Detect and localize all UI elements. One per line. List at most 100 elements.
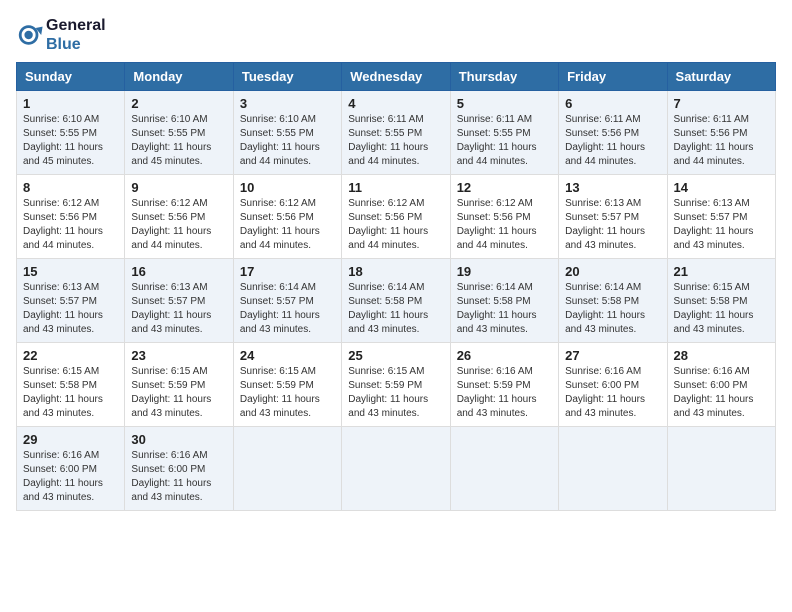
day-number: 4: [348, 96, 443, 111]
day-header-thursday: Thursday: [450, 63, 558, 91]
calendar-header-row: SundayMondayTuesdayWednesdayThursdayFrid…: [17, 63, 776, 91]
day-number: 2: [131, 96, 226, 111]
day-info: Sunrise: 6:15 AM Sunset: 5:58 PM Dayligh…: [23, 365, 118, 421]
day-number: 13: [565, 180, 660, 195]
day-info: Sunrise: 6:12 AM Sunset: 5:56 PM Dayligh…: [240, 197, 335, 253]
calendar-day-cell: 8 Sunrise: 6:12 AM Sunset: 5:56 PM Dayli…: [17, 175, 125, 259]
calendar-day-cell: 21 Sunrise: 6:15 AM Sunset: 5:58 PM Dayl…: [667, 259, 775, 343]
day-number: 6: [565, 96, 660, 111]
calendar-day-cell: 14 Sunrise: 6:13 AM Sunset: 5:57 PM Dayl…: [667, 175, 775, 259]
day-info: Sunrise: 6:15 AM Sunset: 5:59 PM Dayligh…: [131, 365, 226, 421]
day-header-saturday: Saturday: [667, 63, 775, 91]
day-number: 24: [240, 348, 335, 363]
calendar-day-cell: 29 Sunrise: 6:16 AM Sunset: 6:00 PM Dayl…: [17, 427, 125, 511]
day-info: Sunrise: 6:11 AM Sunset: 5:55 PM Dayligh…: [348, 113, 443, 169]
calendar-day-cell: 25 Sunrise: 6:15 AM Sunset: 5:59 PM Dayl…: [342, 343, 450, 427]
day-number: 12: [457, 180, 552, 195]
day-number: 16: [131, 264, 226, 279]
day-number: 15: [23, 264, 118, 279]
page-header: General Blue: [16, 16, 776, 54]
calendar-day-cell: 19 Sunrise: 6:14 AM Sunset: 5:58 PM Dayl…: [450, 259, 558, 343]
calendar-week-row: 15 Sunrise: 6:13 AM Sunset: 5:57 PM Dayl…: [17, 259, 776, 343]
day-info: Sunrise: 6:11 AM Sunset: 5:55 PM Dayligh…: [457, 113, 552, 169]
empty-cell: [667, 427, 775, 511]
day-number: 8: [23, 180, 118, 195]
day-info: Sunrise: 6:14 AM Sunset: 5:58 PM Dayligh…: [348, 281, 443, 337]
day-info: Sunrise: 6:11 AM Sunset: 5:56 PM Dayligh…: [674, 113, 769, 169]
empty-cell: [450, 427, 558, 511]
day-info: Sunrise: 6:14 AM Sunset: 5:57 PM Dayligh…: [240, 281, 335, 337]
day-number: 1: [23, 96, 118, 111]
calendar-day-cell: 18 Sunrise: 6:14 AM Sunset: 5:58 PM Dayl…: [342, 259, 450, 343]
calendar-day-cell: 20 Sunrise: 6:14 AM Sunset: 5:58 PM Dayl…: [559, 259, 667, 343]
day-info: Sunrise: 6:15 AM Sunset: 5:59 PM Dayligh…: [240, 365, 335, 421]
day-number: 28: [674, 348, 769, 363]
day-info: Sunrise: 6:16 AM Sunset: 6:00 PM Dayligh…: [23, 449, 118, 505]
day-info: Sunrise: 6:10 AM Sunset: 5:55 PM Dayligh…: [131, 113, 226, 169]
calendar-day-cell: 15 Sunrise: 6:13 AM Sunset: 5:57 PM Dayl…: [17, 259, 125, 343]
day-number: 25: [348, 348, 443, 363]
calendar-day-cell: 2 Sunrise: 6:10 AM Sunset: 5:55 PM Dayli…: [125, 91, 233, 175]
day-info: Sunrise: 6:14 AM Sunset: 5:58 PM Dayligh…: [457, 281, 552, 337]
day-info: Sunrise: 6:12 AM Sunset: 5:56 PM Dayligh…: [348, 197, 443, 253]
day-info: Sunrise: 6:13 AM Sunset: 5:57 PM Dayligh…: [565, 197, 660, 253]
day-number: 20: [565, 264, 660, 279]
calendar-week-row: 22 Sunrise: 6:15 AM Sunset: 5:58 PM Dayl…: [17, 343, 776, 427]
day-number: 22: [23, 348, 118, 363]
day-info: Sunrise: 6:10 AM Sunset: 5:55 PM Dayligh…: [240, 113, 335, 169]
day-header-friday: Friday: [559, 63, 667, 91]
calendar-day-cell: 9 Sunrise: 6:12 AM Sunset: 5:56 PM Dayli…: [125, 175, 233, 259]
calendar-day-cell: 6 Sunrise: 6:11 AM Sunset: 5:56 PM Dayli…: [559, 91, 667, 175]
day-info: Sunrise: 6:12 AM Sunset: 5:56 PM Dayligh…: [23, 197, 118, 253]
day-header-monday: Monday: [125, 63, 233, 91]
day-number: 26: [457, 348, 552, 363]
calendar-day-cell: 16 Sunrise: 6:13 AM Sunset: 5:57 PM Dayl…: [125, 259, 233, 343]
calendar-day-cell: 4 Sunrise: 6:11 AM Sunset: 5:55 PM Dayli…: [342, 91, 450, 175]
day-info: Sunrise: 6:12 AM Sunset: 5:56 PM Dayligh…: [457, 197, 552, 253]
day-number: 5: [457, 96, 552, 111]
calendar-day-cell: 22 Sunrise: 6:15 AM Sunset: 5:58 PM Dayl…: [17, 343, 125, 427]
day-info: Sunrise: 6:14 AM Sunset: 5:58 PM Dayligh…: [565, 281, 660, 337]
day-info: Sunrise: 6:11 AM Sunset: 5:56 PM Dayligh…: [565, 113, 660, 169]
calendar-day-cell: 3 Sunrise: 6:10 AM Sunset: 5:55 PM Dayli…: [233, 91, 341, 175]
calendar-week-row: 29 Sunrise: 6:16 AM Sunset: 6:00 PM Dayl…: [17, 427, 776, 511]
empty-cell: [559, 427, 667, 511]
calendar-day-cell: 17 Sunrise: 6:14 AM Sunset: 5:57 PM Dayl…: [233, 259, 341, 343]
day-header-tuesday: Tuesday: [233, 63, 341, 91]
day-number: 29: [23, 432, 118, 447]
day-info: Sunrise: 6:16 AM Sunset: 5:59 PM Dayligh…: [457, 365, 552, 421]
calendar-day-cell: 5 Sunrise: 6:11 AM Sunset: 5:55 PM Dayli…: [450, 91, 558, 175]
day-number: 21: [674, 264, 769, 279]
day-number: 7: [674, 96, 769, 111]
calendar-day-cell: 23 Sunrise: 6:15 AM Sunset: 5:59 PM Dayl…: [125, 343, 233, 427]
logo-line2: Blue: [46, 35, 106, 54]
day-number: 19: [457, 264, 552, 279]
day-info: Sunrise: 6:13 AM Sunset: 5:57 PM Dayligh…: [23, 281, 118, 337]
empty-cell: [342, 427, 450, 511]
empty-cell: [233, 427, 341, 511]
calendar-day-cell: 24 Sunrise: 6:15 AM Sunset: 5:59 PM Dayl…: [233, 343, 341, 427]
day-info: Sunrise: 6:13 AM Sunset: 5:57 PM Dayligh…: [131, 281, 226, 337]
calendar-day-cell: 26 Sunrise: 6:16 AM Sunset: 5:59 PM Dayl…: [450, 343, 558, 427]
calendar-day-cell: 10 Sunrise: 6:12 AM Sunset: 5:56 PM Dayl…: [233, 175, 341, 259]
calendar-day-cell: 1 Sunrise: 6:10 AM Sunset: 5:55 PM Dayli…: [17, 91, 125, 175]
day-info: Sunrise: 6:16 AM Sunset: 6:00 PM Dayligh…: [131, 449, 226, 505]
calendar-day-cell: 30 Sunrise: 6:16 AM Sunset: 6:00 PM Dayl…: [125, 427, 233, 511]
day-number: 14: [674, 180, 769, 195]
day-info: Sunrise: 6:12 AM Sunset: 5:56 PM Dayligh…: [131, 197, 226, 253]
day-number: 27: [565, 348, 660, 363]
calendar-week-row: 1 Sunrise: 6:10 AM Sunset: 5:55 PM Dayli…: [17, 91, 776, 175]
day-header-wednesday: Wednesday: [342, 63, 450, 91]
calendar-day-cell: 28 Sunrise: 6:16 AM Sunset: 6:00 PM Dayl…: [667, 343, 775, 427]
day-info: Sunrise: 6:15 AM Sunset: 5:59 PM Dayligh…: [348, 365, 443, 421]
logo: General Blue: [16, 16, 106, 54]
day-info: Sunrise: 6:16 AM Sunset: 6:00 PM Dayligh…: [674, 365, 769, 421]
day-info: Sunrise: 6:10 AM Sunset: 5:55 PM Dayligh…: [23, 113, 118, 169]
day-number: 9: [131, 180, 226, 195]
day-number: 17: [240, 264, 335, 279]
day-header-sunday: Sunday: [17, 63, 125, 91]
calendar-week-row: 8 Sunrise: 6:12 AM Sunset: 5:56 PM Dayli…: [17, 175, 776, 259]
day-number: 10: [240, 180, 335, 195]
calendar-table: SundayMondayTuesdayWednesdayThursdayFrid…: [16, 62, 776, 511]
day-number: 11: [348, 180, 443, 195]
